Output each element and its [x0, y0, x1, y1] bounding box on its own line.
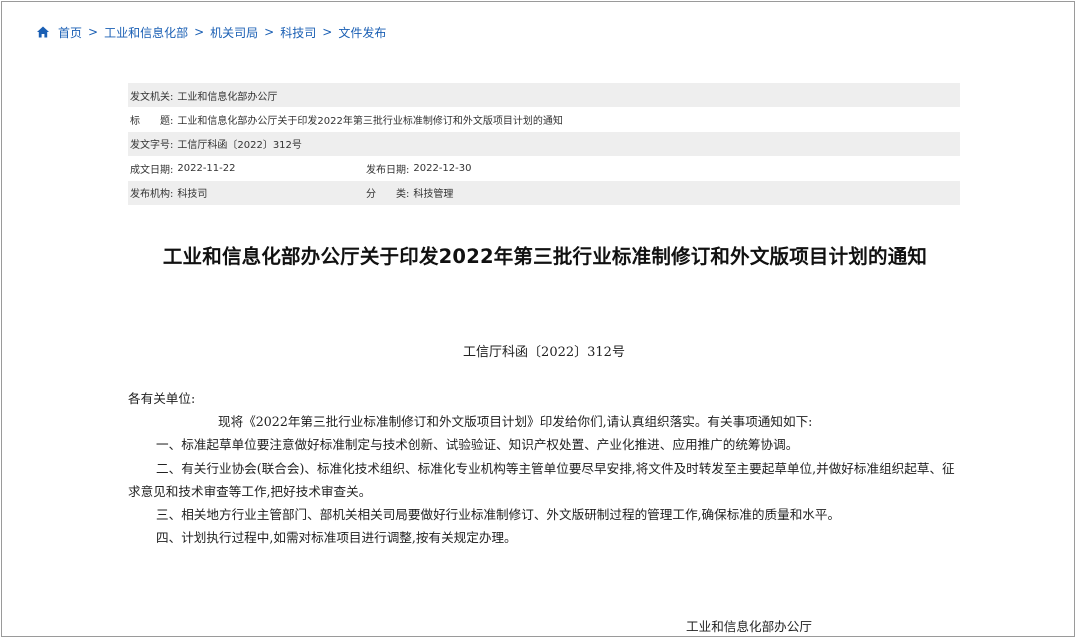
- category-value: 科技管理: [413, 189, 454, 201]
- written-date-cell: 成文日期: 2022-11-22: [130, 161, 366, 176]
- title-value: 工业和信息化部办公厅关于印发2022年第三批行业标准制修订和外文版项目计划的通知: [177, 116, 563, 128]
- breadcrumb-science-tech[interactable]: 科技司: [280, 24, 316, 41]
- item-paragraph-3: 三、相关地方行业主管部门、部机关相关司局要做好行业标准制修订、外文版研制过程的管…: [156, 507, 841, 523]
- breadcrumb-documents[interactable]: 文件发布: [338, 24, 386, 41]
- category-label: 分 类:: [366, 189, 410, 201]
- item-paragraph-4: 四、计划执行过程中,如需对标准项目进行调整,按有关规定办理。: [156, 530, 517, 546]
- meta-row-issuer: 发文机关: 工业和信息化部办公厅: [128, 83, 960, 108]
- meta-row-doc-number: 发文字号: 工信厅科函〔2022〕312号: [128, 131, 960, 157]
- item-paragraph-2: 二、有关行业协会(联合会)、标准化技术组织、标准化专业机构等主管单位要尽早安排,…: [128, 460, 955, 499]
- meta-row-title: 标 题: 工业和信息化部办公厅关于印发2022年第三批行业标准制修订和外文版项目…: [128, 107, 960, 131]
- page-frame: 首页 > 工业和信息化部 > 机关司局 > 科技司 > 文件发布 发文机关: 工…: [1, 1, 1075, 637]
- home-icon[interactable]: [36, 25, 50, 39]
- breadcrumb-separator: >: [264, 25, 275, 39]
- salutation: 各有关单位:: [128, 391, 196, 406]
- publisher-label: 发布机构:: [130, 189, 174, 201]
- publisher-cell: 发布机构: 科技司: [130, 185, 366, 200]
- publish-date-label: 发布日期:: [366, 164, 410, 176]
- document-metadata-table: 发文机关: 工业和信息化部办公厅 标 题: 工业和信息化部办公厅关于印发2022…: [128, 83, 960, 205]
- breadcrumb-separator: >: [88, 25, 99, 39]
- document-number: 工信厅科函〔2022〕312号: [463, 345, 625, 360]
- meta-row-dates: 成文日期: 2022-11-22 发布日期: 2022-12-30: [128, 156, 960, 180]
- category-cell: 分 类: 科技管理: [366, 185, 453, 200]
- breadcrumb-separator: >: [322, 25, 333, 39]
- title-label: 标 题:: [130, 116, 174, 128]
- signature: 工业和信息化部办公厅: [686, 619, 812, 634]
- issuer-value: 工业和信息化部办公厅: [177, 91, 278, 103]
- document-body: 各有关单位: 现将《2022年第三批行业标准制修订和外文版项目计划》印发给你们,…: [128, 387, 962, 549]
- publisher-value: 科技司: [177, 189, 208, 201]
- breadcrumb-separator: >: [194, 25, 205, 39]
- intro-paragraph: 现将《2022年第三批行业标准制修订和外文版项目计划》印发给你们,请认真组织落实…: [218, 414, 813, 430]
- breadcrumb-departments[interactable]: 机关司局: [210, 24, 258, 41]
- meta-row-publisher: 发布机构: 科技司 分 类: 科技管理: [128, 180, 960, 205]
- written-date-value: 2022-11-22: [177, 162, 236, 174]
- publish-date-cell: 发布日期: 2022-12-30: [366, 161, 472, 176]
- document-title: 工业和信息化部办公厅关于印发2022年第三批行业标准制修订和外文版项目计划的通知: [162, 245, 928, 269]
- doc-number-value: 工信厅科函〔2022〕312号: [177, 140, 302, 152]
- breadcrumb-miit[interactable]: 工业和信息化部: [104, 24, 188, 41]
- publish-date-value: 2022-12-30: [413, 162, 472, 174]
- breadcrumb: 首页 > 工业和信息化部 > 机关司局 > 科技司 > 文件发布: [36, 22, 386, 42]
- breadcrumb-home[interactable]: 首页: [58, 24, 82, 41]
- item-paragraph-1: 一、标准起草单位要注意做好标准制定与技术创新、试验验证、知识产权处置、产业化推进…: [156, 437, 799, 453]
- doc-number-label: 发文字号:: [130, 140, 174, 152]
- written-date-label: 成文日期:: [130, 164, 174, 176]
- issuer-label: 发文机关:: [130, 91, 174, 103]
